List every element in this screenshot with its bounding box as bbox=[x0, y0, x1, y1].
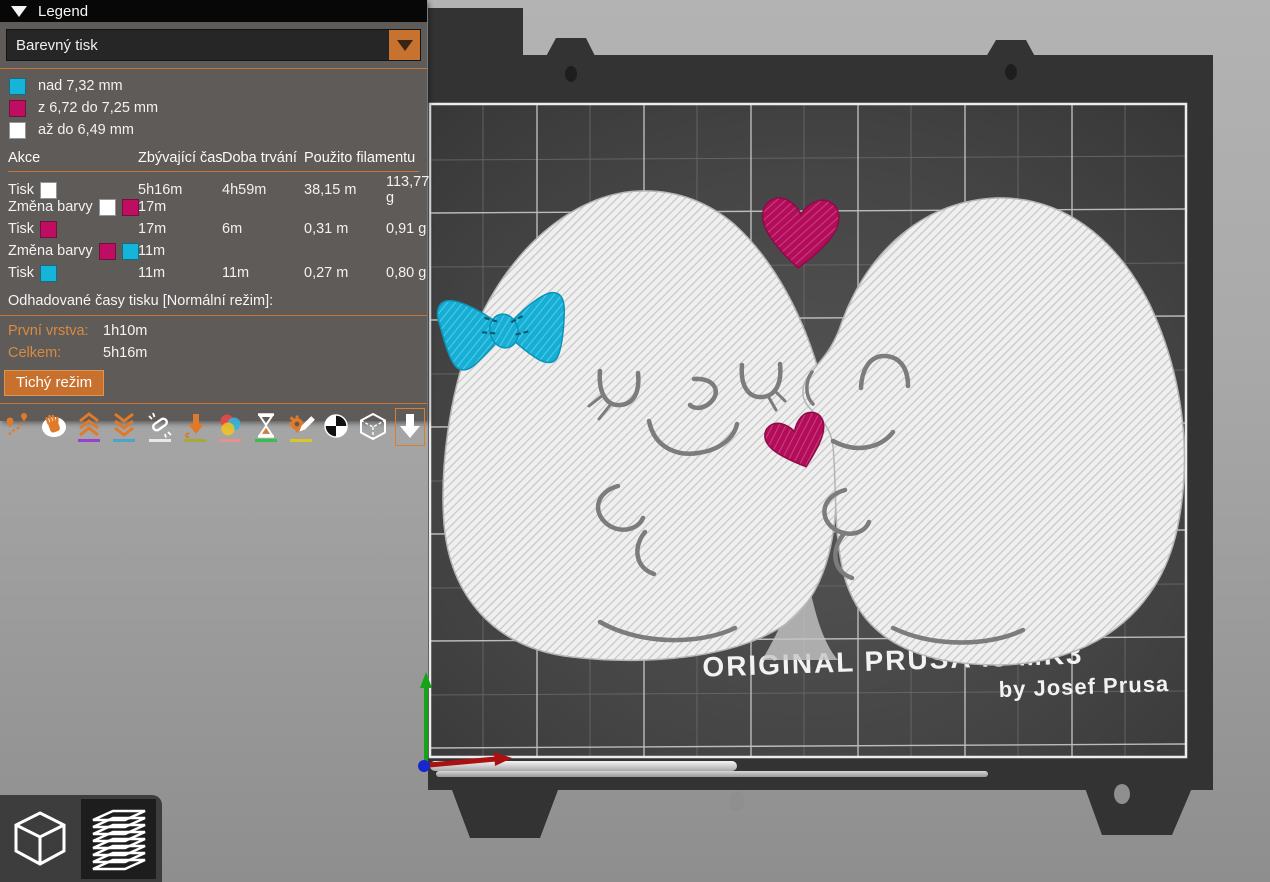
range-label: nad 7,32 mm bbox=[38, 78, 123, 94]
range-swatch-white bbox=[9, 122, 26, 139]
height-range-legend: nad 7,32 mm z 6,72 do 7,25 mm až do 6,49… bbox=[0, 69, 427, 145]
dropdown-button[interactable] bbox=[389, 30, 420, 60]
divider bbox=[0, 315, 427, 316]
range-swatch-cyan bbox=[9, 78, 26, 95]
seams-icon[interactable] bbox=[145, 410, 173, 446]
chevron-down-icon bbox=[397, 40, 413, 51]
table-row: Tisk 11m 11m 0,27 m 0,80 g bbox=[8, 262, 427, 284]
range-swatch-magenta bbox=[9, 100, 26, 117]
legend-header[interactable]: Legend bbox=[0, 0, 427, 22]
table-header: Akce Zbývající čas Doba trvání Použito f… bbox=[8, 147, 427, 169]
first-layer-value: 1h10m bbox=[103, 323, 147, 339]
filament-swatch bbox=[40, 221, 57, 238]
range-label: z 6,72 do 7,25 mm bbox=[38, 100, 158, 116]
filament-swatch bbox=[122, 243, 139, 260]
range-item: z 6,72 do 7,25 mm bbox=[9, 97, 427, 119]
view-layers-button[interactable] bbox=[81, 799, 156, 879]
view-type-selected: Barevný tisk bbox=[7, 37, 98, 54]
legend-title: Legend bbox=[38, 3, 88, 20]
tool-changes-icon[interactable] bbox=[216, 410, 244, 446]
first-layer-label: První vrstva: bbox=[8, 323, 103, 339]
pause-prints-icon[interactable] bbox=[252, 410, 280, 446]
total-row: Celkem: 5h16m bbox=[0, 342, 427, 364]
estimates-title: Odhadované časy tisku [Normální režim]: bbox=[0, 284, 427, 313]
wipe-icon[interactable] bbox=[39, 410, 67, 446]
legend-panel: Legend Barevný tisk nad 7,32 mm z 6,72 d… bbox=[0, 0, 427, 421]
layers-icon bbox=[87, 806, 151, 872]
collapse-triangle-icon bbox=[11, 6, 27, 17]
range-label: až do 6,49 mm bbox=[38, 122, 134, 138]
total-label: Celkem: bbox=[8, 345, 103, 361]
print-actions-table: Akce Zbývající čas Doba trvání Použito f… bbox=[0, 145, 427, 284]
filament-swatch bbox=[40, 182, 57, 199]
total-value: 5h16m bbox=[103, 345, 147, 361]
range-item: nad 7,32 mm bbox=[9, 75, 427, 97]
filament-swatch bbox=[122, 199, 139, 216]
filament-swatch bbox=[99, 243, 116, 260]
collapse-legend-icon[interactable] bbox=[395, 408, 425, 446]
table-row: Změna barvy 17m bbox=[8, 196, 427, 218]
divider bbox=[8, 171, 419, 172]
table-row: Tisk 17m 6m 0,31 m 0,91 g bbox=[8, 218, 427, 240]
table-row: Změna barvy 11m bbox=[8, 240, 427, 262]
filament-swatch bbox=[40, 265, 57, 282]
custom-gcodes-icon[interactable] bbox=[287, 410, 315, 446]
view-mode-toggle bbox=[0, 795, 162, 882]
deretractions-icon[interactable] bbox=[110, 410, 138, 446]
range-item: až do 6,49 mm bbox=[9, 119, 427, 141]
first-layer-row: První vrstva: 1h10m bbox=[0, 320, 427, 342]
travels-icon[interactable] bbox=[4, 410, 32, 446]
legend-toolbar bbox=[0, 404, 427, 450]
stealth-mode-button[interactable]: Tichý režim bbox=[4, 370, 104, 396]
filament-swatch bbox=[99, 199, 116, 216]
cube-icon bbox=[10, 808, 70, 870]
color-changes-icon[interactable] bbox=[181, 410, 209, 446]
view-3d-button[interactable] bbox=[2, 799, 77, 879]
box-icon[interactable] bbox=[358, 410, 388, 446]
view-type-dropdown[interactable]: Barevný tisk bbox=[6, 29, 421, 61]
shells-icon[interactable] bbox=[322, 410, 350, 446]
table-row: Tisk 5h16m 4h59m 38,15 m 113,77 g bbox=[8, 174, 427, 196]
retractions-icon[interactable] bbox=[75, 410, 103, 446]
